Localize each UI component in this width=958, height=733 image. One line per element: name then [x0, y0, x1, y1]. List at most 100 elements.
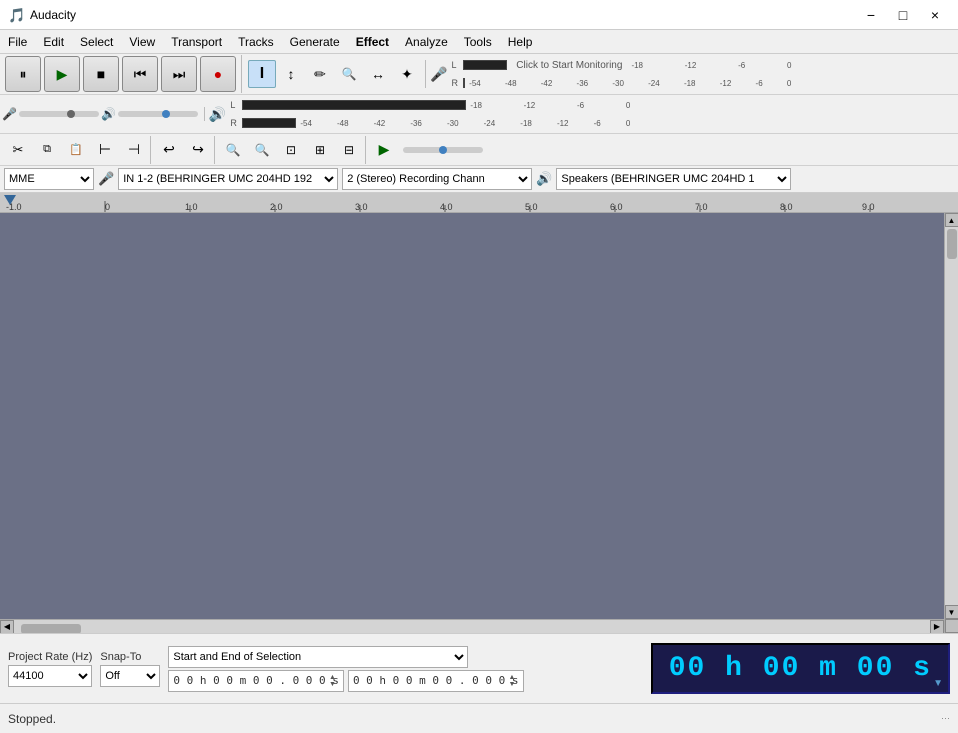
resize-handle[interactable]: ⋯ [941, 713, 950, 724]
project-rate-label: Project Rate (Hz) [8, 651, 92, 663]
minimize-button[interactable]: − [856, 3, 886, 27]
copy-button[interactable]: ⧉ [33, 136, 61, 164]
undo-group: ↩ ↪ [153, 136, 215, 164]
channels-select[interactable]: 2 (Stereo) Recording Chann [342, 168, 532, 190]
start-time-up[interactable]: ▲ [329, 674, 341, 681]
output-volume-slider[interactable] [118, 111, 198, 117]
draw-tool-button[interactable]: ✏ [306, 60, 334, 88]
selection-tool-button[interactable]: I [248, 60, 276, 88]
output-meter-l-row: L -18-12-60 [230, 96, 630, 114]
skip-end-button[interactable]: ⏭ [161, 56, 197, 92]
input-meter-section: 🎤 L Click to Start Monitoring -18-12-60 … [430, 56, 956, 92]
playback-group: ▶ [368, 136, 489, 164]
zoom-fit-button[interactable]: ⊞ [306, 136, 334, 164]
end-time-down[interactable]: ▼ [509, 681, 521, 688]
selection-mode-select[interactable]: Start and End of Selection [168, 646, 468, 668]
output-scale-full: -54-48-42-36-30-24-18-12-60 [300, 119, 630, 128]
menu-select[interactable]: Select [72, 33, 121, 51]
input-meter: L Click to Start Monitoring -18-12-60 R … [451, 56, 791, 92]
input-r-label: R [451, 78, 463, 88]
ruler-ticks [0, 193, 958, 213]
track-panel: ◀ ▶ [0, 213, 944, 633]
close-button[interactable]: × [920, 3, 950, 27]
toolbar-row-1: ⏸ ▶ ■ ⏮ ⏭ ● I ↕ ✏ 🔍 ↔ ✦ 🎤 L Clic [0, 54, 958, 95]
v-scrollbar-track[interactable] [945, 227, 958, 605]
redo-button[interactable]: ↪ [184, 136, 212, 164]
output-meter-r-row: R -54-48-42-36-30-24-18-12-60 [230, 114, 630, 132]
scroll-up-arrow[interactable]: ▲ [945, 213, 958, 227]
output-device-select[interactable]: Speakers (BEHRINGER UMC 204HD 1 [556, 168, 791, 190]
scrollbar-track[interactable] [14, 620, 930, 633]
menu-transport[interactable]: Transport [163, 33, 230, 51]
speaker-icon: 🔊 [209, 106, 226, 123]
bottom-toolbar: Project Rate (Hz) 44100 Snap-To Off Star… [0, 633, 958, 703]
multi-tool-button[interactable]: ✦ [393, 60, 421, 88]
host-select[interactable]: MME [4, 168, 94, 190]
track-area[interactable] [0, 213, 944, 619]
big-time-value: 00 h 00 m 00 s [669, 653, 932, 684]
playback-speed-slider[interactable] [403, 147, 483, 153]
menu-help[interactable]: Help [500, 33, 541, 51]
input-volume-thumb [67, 110, 75, 118]
scroll-left-arrow[interactable]: ◀ [0, 620, 14, 634]
start-time-down[interactable]: ▼ [329, 681, 341, 688]
mic-icon: 🎤 [430, 66, 447, 83]
envelope-tool-button[interactable]: ↕ [277, 60, 305, 88]
zoom-tool-button[interactable]: 🔍 [335, 60, 363, 88]
menu-generate[interactable]: Generate [282, 33, 348, 51]
zoom-group: 🔍 🔍 ⊡ ⊞ ⊟ [217, 136, 366, 164]
menu-tracks[interactable]: Tracks [230, 33, 282, 51]
start-time-spinner[interactable]: ▲ ▼ [329, 671, 341, 691]
h-scrollbar: ◀ ▶ [0, 619, 944, 633]
menu-analyze[interactable]: Analyze [397, 33, 456, 51]
scrollbar-thumb[interactable] [21, 624, 81, 633]
input-volume-slider[interactable] [19, 111, 99, 117]
zoom-selection-button[interactable]: ⊡ [277, 136, 305, 164]
scroll-right-arrow[interactable]: ▶ [930, 620, 944, 634]
status-text: Stopped. [8, 712, 56, 726]
pause-button[interactable]: ⏸ [5, 56, 41, 92]
paste-button[interactable]: 📋 [62, 136, 90, 164]
skip-start-button[interactable]: ⏮ [122, 56, 158, 92]
zoom-out-button[interactable]: 🔍 [248, 136, 276, 164]
selection-times: 0 0 h 0 0 m 0 0 . 0 0 0 s ▲ ▼ 0 0 h 0 0 … [168, 670, 642, 692]
click-to-monitor[interactable]: Click to Start Monitoring [511, 59, 627, 72]
end-time-up[interactable]: ▲ [509, 674, 521, 681]
ruler: -1.0 0 1.0 2.0 3.0 4.0 5.0 6.0 7.0 8.0 9… [0, 193, 958, 213]
main-content: ◀ ▶ ▲ ▼ [0, 213, 958, 633]
scroll-down-arrow[interactable]: ▼ [945, 605, 958, 619]
input-device-select[interactable]: IN 1-2 (BEHRINGER UMC 204HD 192 [118, 168, 338, 190]
zoom-in-button[interactable]: 🔍 [219, 136, 247, 164]
cut-button[interactable]: ✂ [4, 136, 32, 164]
undo-button[interactable]: ↩ [155, 136, 183, 164]
zoom-fit-h-button[interactable]: ⊟ [335, 136, 363, 164]
project-rate-select[interactable]: 44100 [8, 665, 92, 687]
toolbar-row-2: 🎤 🔊 🔊 L -18-12-60 R [0, 95, 958, 134]
selection-area: Start and End of Selection 0 0 h 0 0 m 0… [168, 646, 642, 692]
record-button[interactable]: ● [200, 56, 236, 92]
end-time-value: 0 0 h 0 0 m 0 0 . 0 0 0 s [353, 674, 519, 687]
maximize-button[interactable]: □ [888, 3, 918, 27]
snap-to-select[interactable]: Off [100, 665, 160, 687]
menu-edit[interactable]: Edit [35, 33, 72, 51]
trim-left-button[interactable]: ⊢ [91, 136, 119, 164]
output-meter-section: 🔊 L -18-12-60 R -54-48-42-36-30-24-18-12… [209, 96, 956, 132]
menu-view[interactable]: View [121, 33, 163, 51]
menu-effect[interactable]: Effect [348, 33, 397, 51]
trim-right-button[interactable]: ⊣ [120, 136, 148, 164]
big-time-menu[interactable]: ▼ [933, 678, 945, 689]
play-at-speed-button[interactable]: ▶ [370, 136, 398, 164]
end-time-spinner[interactable]: ▲ ▼ [509, 671, 521, 691]
v-scrollbar-thumb[interactable] [947, 229, 957, 259]
stop-button[interactable]: ■ [83, 56, 119, 92]
play-button[interactable]: ▶ [44, 56, 80, 92]
output-r-label: R [230, 118, 242, 128]
menu-file[interactable]: File [0, 33, 35, 51]
selection-end-display[interactable]: 0 0 h 0 0 m 0 0 . 0 0 0 s ▲ ▼ [348, 670, 524, 692]
selection-start-display[interactable]: 0 0 h 0 0 m 0 0 . 0 0 0 s ▲ ▼ [168, 670, 344, 692]
input-meter-r-row: R -54-48-42-36-30-24-18-12-60 [451, 74, 791, 92]
speaker-device-icon: 🔊 [536, 171, 552, 187]
edit-group: ✂ ⧉ 📋 ⊢ ⊣ [2, 136, 151, 164]
menu-tools[interactable]: Tools [456, 33, 500, 51]
timeshift-tool-button[interactable]: ↔ [364, 60, 392, 88]
